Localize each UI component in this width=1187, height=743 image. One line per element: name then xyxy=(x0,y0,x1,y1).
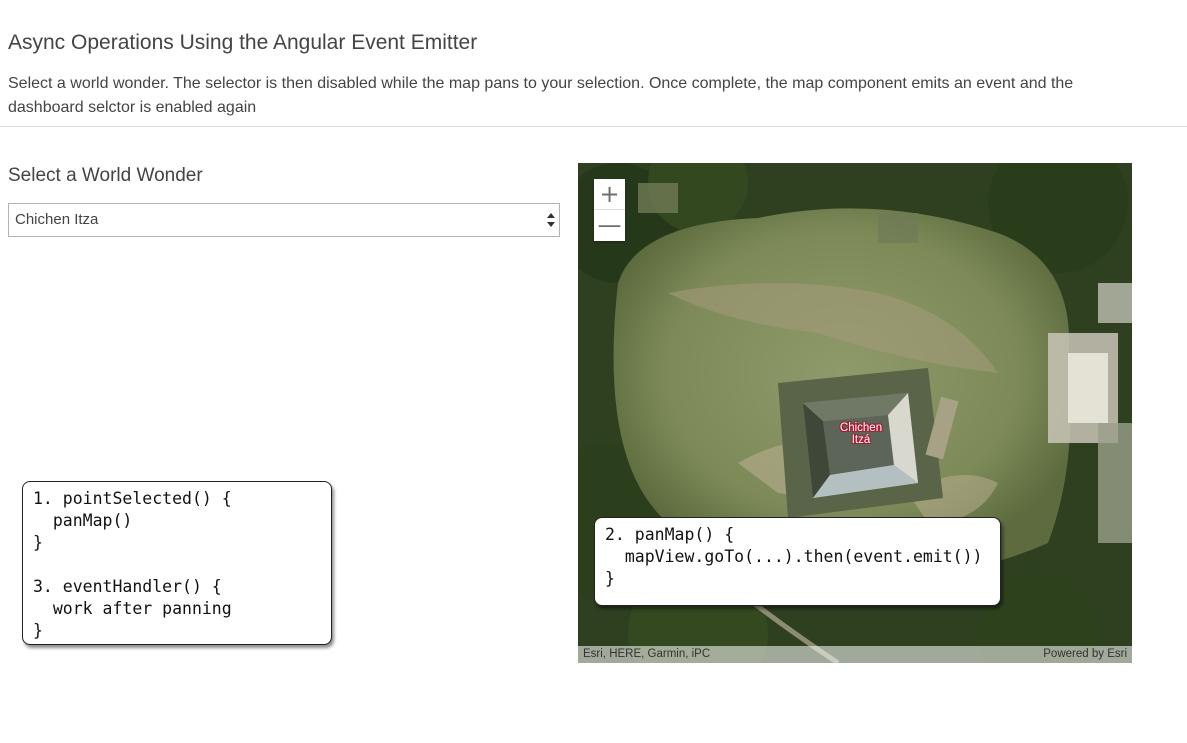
code-callout-map: 2. panMap() { mapView.goTo(...).then(eve… xyxy=(594,517,1001,606)
map-attribution-bar: Esri, HERE, Garmin, iPC Powered by Esri xyxy=(578,646,1132,663)
wonder-select-value: Chichen Itza xyxy=(15,211,99,228)
page-description: Select a world wonder. The selector is t… xyxy=(8,75,1074,116)
wonder-select[interactable]: Chichen Itza xyxy=(8,203,560,237)
code-callout-dashboard: 1. pointSelected() { panMap() } 3. event… xyxy=(22,481,332,645)
wonder-select-label: Select a World Wonder xyxy=(8,165,203,186)
zoom-out-button[interactable]: — xyxy=(594,210,625,241)
map-attribution[interactable]: Esri, HERE, Garmin, iPC xyxy=(583,646,710,663)
zoom-controls: + — xyxy=(594,179,625,241)
page-title: Async Operations Using the Angular Event… xyxy=(8,31,478,54)
powered-by-esri[interactable]: Powered by Esri xyxy=(1043,646,1127,663)
map-marker-label: Chichen Itzá xyxy=(839,422,883,446)
select-arrows-icon xyxy=(547,213,555,227)
header-divider xyxy=(0,126,1187,127)
zoom-in-button[interactable]: + xyxy=(594,179,625,210)
